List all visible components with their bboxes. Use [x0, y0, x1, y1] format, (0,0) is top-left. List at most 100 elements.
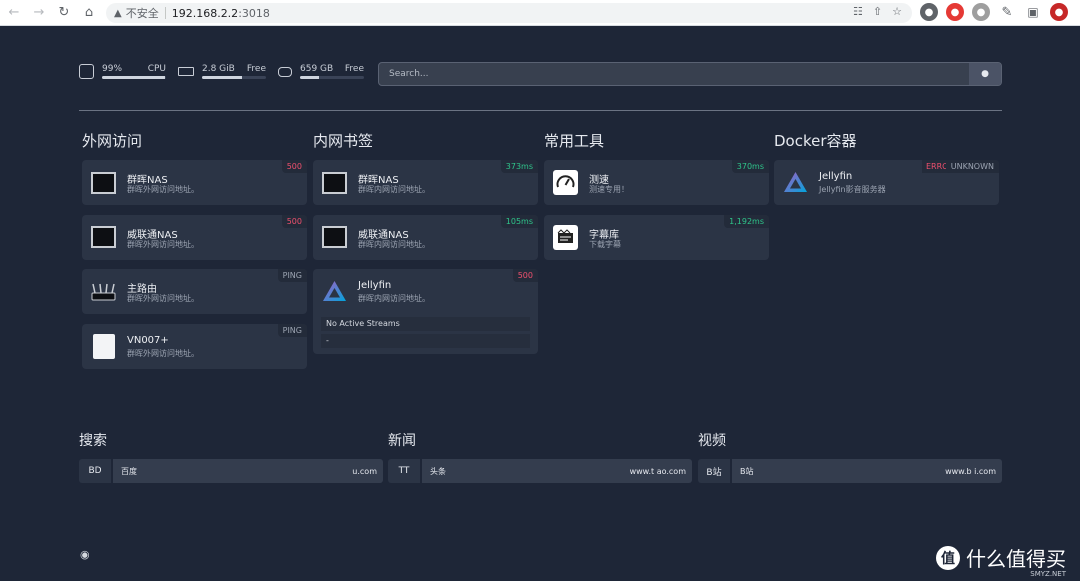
disk-bar	[300, 76, 364, 79]
service-name: VN007+	[127, 334, 169, 346]
palette-icon[interactable]: ◉	[80, 548, 93, 561]
watermark-text: 什么值得买	[966, 547, 1066, 571]
home-icon[interactable]: ⌂	[78, 2, 100, 24]
ram-label: Free	[246, 64, 266, 74]
ram-bar-fill	[202, 76, 242, 79]
service-description: 群晖内网访问地址。	[358, 239, 430, 249]
bookmark-link[interactable]: BD 百度 u.com	[79, 459, 383, 483]
disk-value: 659 GB	[300, 64, 334, 74]
bookmark-group-title: 搜索	[79, 433, 107, 449]
group-title: 外网访问	[82, 132, 143, 150]
status-badge: UNKNOWN	[945, 160, 999, 173]
group-tools: 常用工具 测速 测速专用！ 370ms 字幕库 下载字幕 1,192ms	[544, 132, 769, 269]
nas-icon	[322, 171, 347, 194]
status-badge: 500	[281, 160, 307, 173]
search-input[interactable]	[379, 69, 969, 79]
menu-dots-icon[interactable]: ⋮	[1076, 3, 1080, 21]
service-card[interactable]: Jellyfin Jellyfin影音服务器 ERROR UNKNOWN	[774, 160, 999, 205]
share-icon[interactable]: ⇧	[873, 5, 882, 18]
status-badge: 373ms	[500, 160, 538, 173]
group-title: Docker容器	[774, 132, 857, 150]
extension-icon-1[interactable]: ●	[920, 3, 938, 21]
dashboard: 99% CPU 2.8 GiB Free 659 GB Free Search.…	[0, 26, 1080, 581]
jellyfin-icon	[323, 281, 346, 301]
stream-detail: -	[321, 334, 530, 348]
bookmark-name: 头条	[430, 466, 446, 476]
cpu-label: CPU	[147, 64, 166, 74]
status-badge: PING	[277, 269, 307, 282]
url-port: :3018	[238, 6, 270, 20]
service-card[interactable]: 威联通NAS 群晖内网访问地址。 105ms	[313, 214, 538, 260]
reload-icon[interactable]: ↻	[53, 2, 75, 24]
cpu-stat: 99% CPU	[79, 64, 166, 79]
service-description: 群晖外网访问地址。	[127, 239, 199, 249]
puzzle-icon[interactable]: ✎	[998, 3, 1016, 21]
forward-arrow-icon[interactable]: →	[28, 2, 50, 24]
bookmark-url: u.com	[352, 466, 377, 476]
profile-avatar-icon[interactable]: ●	[1050, 3, 1068, 21]
service-card[interactable]: 字幕库 下载字幕 1,192ms	[544, 214, 769, 260]
group-external: 外网访问 群晖NAS 群晖外网访问地址。 500 威联通NAS 群晖外网访问地址…	[82, 132, 307, 378]
service-description: 测速专用！	[589, 185, 629, 194]
cpu-value: 99%	[102, 64, 123, 74]
extension-icon-3[interactable]: ●	[972, 3, 990, 21]
warning-icon: ▲	[114, 7, 122, 19]
bookmark-key: B站	[698, 459, 730, 483]
service-card[interactable]: 测速 测速专用！ 370ms	[544, 160, 769, 205]
speedometer-icon	[553, 170, 578, 195]
service-description: Jellyfin影音服务器	[819, 185, 886, 194]
status-badge: 370ms	[731, 160, 769, 173]
search-provider-icon: ●	[981, 69, 989, 79]
group-title: 内网书签	[313, 132, 374, 150]
service-description: 下载字幕	[589, 239, 621, 249]
status-badge: 105ms	[500, 214, 538, 228]
service-description: 群晖外网访问地址。	[127, 294, 199, 303]
back-arrow-icon[interactable]: ←	[3, 2, 25, 24]
service-card[interactable]: Jellyfin 群晖内网访问地址。 500 No Active Streams…	[313, 269, 538, 354]
service-description: 群晖外网访问地址。	[127, 185, 199, 194]
address-bar[interactable]: ▲ 不安全 192.168.2.2:3018 ☷ ⇧ ☆	[106, 3, 912, 23]
disk-label: Free	[344, 64, 364, 74]
disk-icon	[278, 66, 292, 77]
group-title: 常用工具	[544, 132, 605, 150]
bookmark-name: B站	[740, 466, 754, 476]
bookmark-url: www.b i.com	[945, 466, 996, 476]
bookmark-url: www.t ao.com	[629, 466, 686, 476]
disk-bar-fill	[300, 76, 320, 79]
subtitle-icon	[553, 224, 578, 250]
cpu-bar	[102, 76, 166, 79]
watermark-sub: SMYZ.NET	[1030, 570, 1066, 578]
bookmark-link[interactable]: TT 头条 www.t ao.com	[388, 459, 692, 483]
bookmark-key: BD	[79, 459, 111, 483]
service-card[interactable]: VN007+ 群晖外网访问地址。 PING	[82, 323, 307, 369]
bookmark-name: 百度	[121, 466, 137, 476]
watermark: 值 什么值得买 SMYZ.NET	[936, 543, 1066, 578]
status-badge: 500	[512, 269, 538, 282]
status-badge: 500	[281, 214, 307, 228]
header-divider	[79, 110, 1002, 111]
cpu-icon	[79, 64, 94, 79]
service-card[interactable]: 群晖NAS 群晖内网访问地址。 373ms	[313, 160, 538, 205]
bookmark-star-icon[interactable]: ☆	[892, 5, 902, 18]
service-card[interactable]: 群晖NAS 群晖外网访问地址。 500	[82, 160, 307, 205]
insecure-label: 不安全	[125, 7, 159, 20]
service-description: 群晖外网访问地址。	[127, 348, 199, 358]
cpe-icon	[92, 333, 115, 359]
bookmark-link[interactable]: B站 B站 www.b i.com	[698, 459, 1002, 483]
search-submit-button[interactable]: ●	[969, 63, 1001, 85]
service-card[interactable]: 威联通NAS 群晖外网访问地址。 500	[82, 214, 307, 260]
bookmark-video: 视频 B站 B站 www.b i.com	[698, 432, 1002, 483]
sidebar-panel-icon[interactable]: ▣	[1024, 3, 1042, 21]
address-separator	[164, 7, 166, 19]
bookmark-search: 搜索 BD 百度 u.com	[79, 432, 383, 483]
service-card[interactable]: 主路由 群晖外网访问地址。 PING	[82, 269, 307, 314]
bookmark-group-title: 新闻	[388, 433, 416, 449]
translate-icon[interactable]: ☷	[853, 5, 863, 18]
url-host: 192.168.2.2	[171, 6, 239, 20]
extension-icon-2[interactable]: ●	[946, 3, 964, 21]
bookmark-group-title: 视频	[698, 433, 726, 449]
browser-toolbar: ← → ↻ ⌂ ▲ 不安全 192.168.2.2:3018 ☷ ⇧ ☆ ● ●…	[0, 0, 1080, 26]
watermark-logo-icon: 值	[936, 545, 960, 570]
search-bar: ●	[378, 62, 1002, 86]
bookmark-key: TT	[388, 459, 420, 483]
